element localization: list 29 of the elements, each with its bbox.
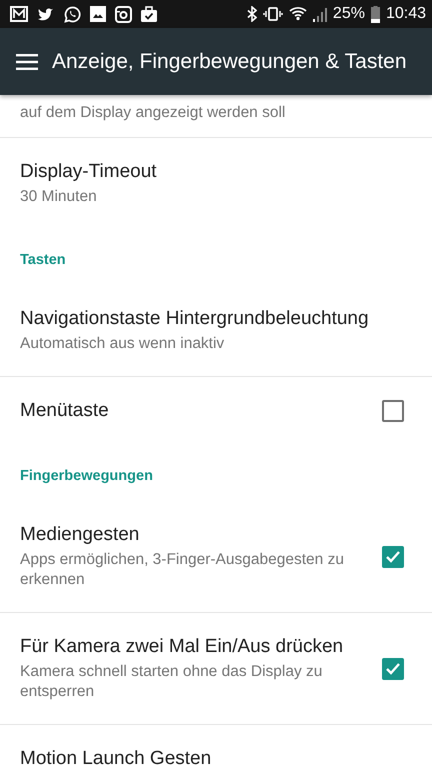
wifi-icon [288,6,307,22]
checkbox[interactable] [382,400,404,422]
check-icon [385,550,401,564]
settings-item[interactable]: Für Kamera zwei Mal Ein/Aus drücken Kamera schnell starten ohne das Display zu entsperren [0,613,432,725]
battery-icon [370,6,380,22]
section-header: Tasten [20,252,66,268]
bluetooth-icon [246,6,257,22]
bird-icon [37,6,55,22]
image-icon [90,6,106,22]
vibrate-icon [262,7,283,21]
clock: 10:43 [386,5,426,23]
settings-item[interactable]: Navigationstaste Hintergrundbeleuchtung Automatisch aus wenn inaktiv [0,285,432,377]
section-header: Fingerbewegungen [20,468,153,484]
briefcase-icon [141,6,157,22]
settings-item[interactable]: Menütaste [0,377,432,445]
check-icon [385,662,401,676]
checkbox[interactable] [382,546,404,568]
settings-item[interactable]: Motion Launch Gesten [0,725,432,768]
menu-icon[interactable] [16,54,38,70]
checkbox[interactable] [382,658,404,680]
settings-item[interactable]: Display-Timeout 30 Minuten [0,138,432,229]
chat-bubble-icon [64,6,81,22]
mail-icon [10,6,28,22]
signal-icon [312,6,327,22]
settings-item[interactable]: Mediengesten Apps ermöglichen, 3-Finger-Ausgabegesten zu erkennen [0,501,432,613]
battery-percent: 25% [332,5,365,23]
camera-icon [115,6,132,22]
screen-title: Anzeige, Fingerbewegungen & Tasten [52,50,407,74]
setting-summary: auf dem Display angezeigt werden soll [20,104,286,121]
